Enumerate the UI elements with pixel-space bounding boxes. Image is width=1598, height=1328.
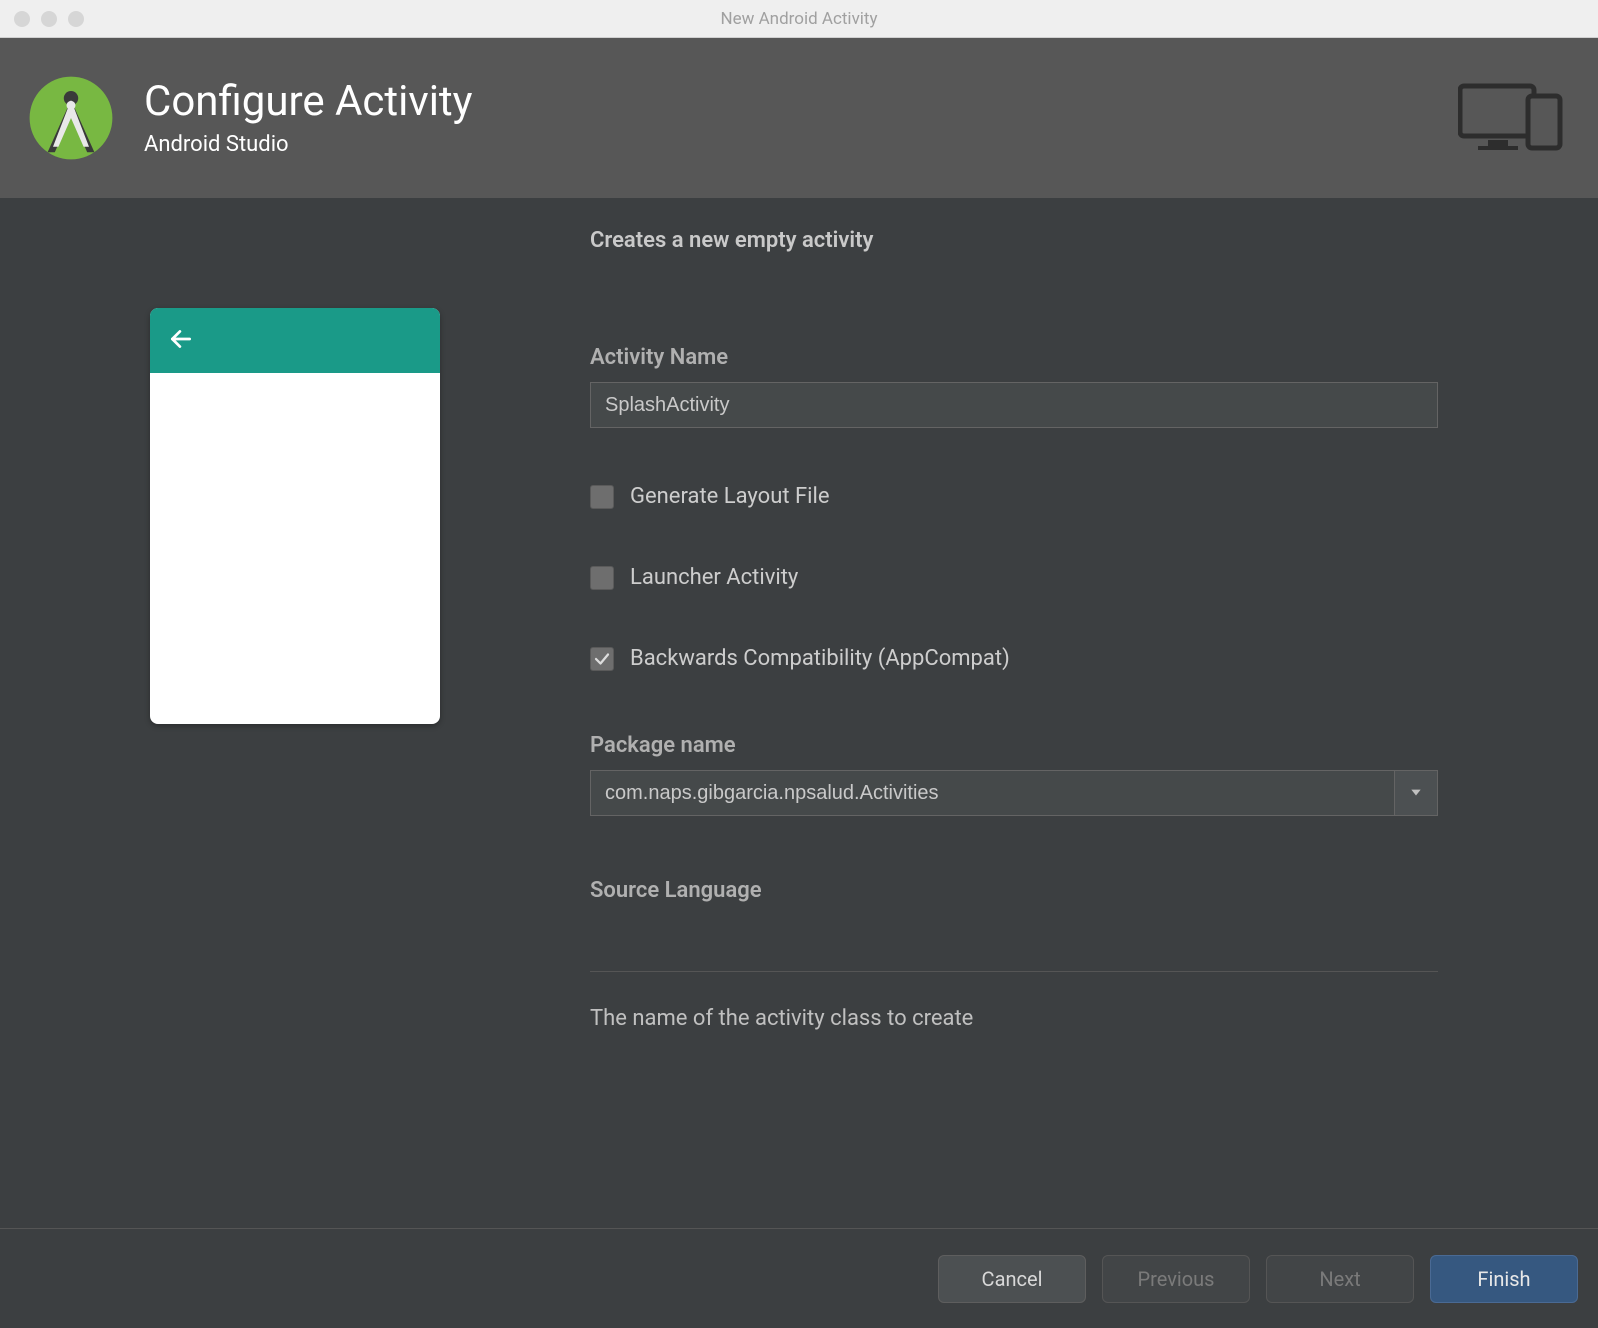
activity-preview: [150, 308, 440, 724]
package-name-dropdown-button[interactable]: [1394, 770, 1438, 816]
activity-name-label: Activity Name: [590, 345, 1438, 370]
header-banner: Configure Activity Android Studio: [0, 38, 1598, 198]
preview-column: [0, 228, 590, 1228]
traffic-lights: [0, 11, 84, 27]
backwards-compat-checkbox[interactable]: [590, 647, 614, 671]
launcher-activity-label: Launcher Activity: [630, 565, 798, 590]
zoom-window-button[interactable]: [68, 11, 84, 27]
header-text: Configure Activity Android Studio: [144, 79, 473, 156]
finish-button[interactable]: Finish: [1430, 1255, 1578, 1303]
minimize-window-button[interactable]: [41, 11, 57, 27]
package-name-input[interactable]: [590, 770, 1394, 816]
activity-name-input[interactable]: [590, 382, 1438, 428]
titlebar: New Android Activity: [0, 0, 1598, 38]
android-studio-logo-icon: [26, 73, 116, 163]
chevron-down-icon: [1409, 784, 1423, 803]
generate-layout-label: Generate Layout File: [630, 484, 830, 509]
back-arrow-icon: [168, 326, 194, 356]
help-text: The name of the activity class to create: [590, 1006, 1438, 1031]
launcher-activity-row[interactable]: Launcher Activity: [590, 565, 1438, 590]
main-body: Creates a new empty activity Activity Na…: [0, 198, 1598, 1228]
window-title: New Android Activity: [720, 9, 877, 29]
package-name-label: Package name: [590, 733, 1438, 758]
generate-layout-checkbox[interactable]: [590, 485, 614, 509]
close-window-button[interactable]: [14, 11, 30, 27]
form-column: Creates a new empty activity Activity Na…: [590, 228, 1598, 1228]
preview-toolbar: [150, 308, 440, 373]
devices-icon: [1458, 80, 1568, 156]
generate-layout-row[interactable]: Generate Layout File: [590, 484, 1438, 509]
backwards-compat-row[interactable]: Backwards Compatibility (AppCompat): [590, 646, 1438, 671]
package-name-combo: [590, 770, 1438, 816]
cancel-button[interactable]: Cancel: [938, 1255, 1086, 1303]
footer-button-bar: Cancel Previous Next Finish: [0, 1228, 1598, 1328]
backwards-compat-label: Backwards Compatibility (AppCompat): [630, 646, 1010, 671]
previous-button: Previous: [1102, 1255, 1250, 1303]
dialog-window: New Android Activity Configure Activity …: [0, 0, 1598, 1328]
page-subtitle: Android Studio: [144, 132, 473, 157]
source-language-label: Source Language: [590, 878, 1438, 903]
launcher-activity-checkbox[interactable]: [590, 566, 614, 590]
page-title: Configure Activity: [144, 79, 473, 125]
help-divider: [590, 971, 1438, 972]
form-heading: Creates a new empty activity: [590, 228, 1438, 253]
next-button: Next: [1266, 1255, 1414, 1303]
